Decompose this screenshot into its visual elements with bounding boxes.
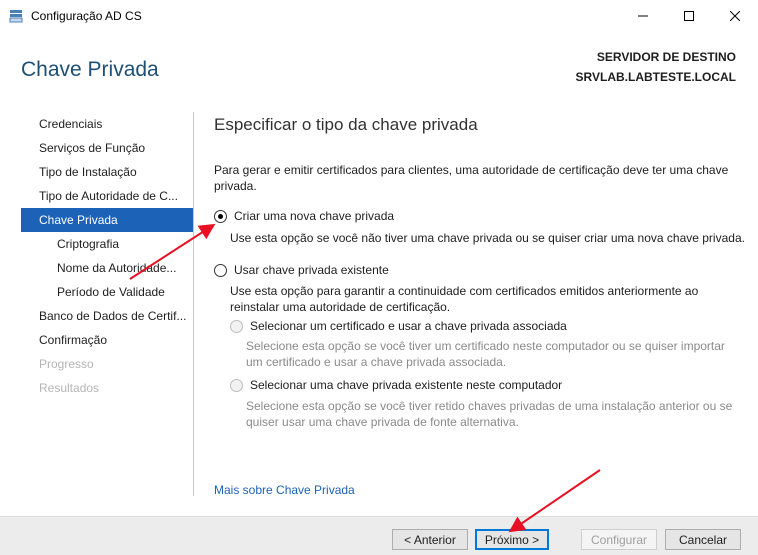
nav-item-progresso: Progresso	[39, 357, 94, 371]
server-manager-icon	[9, 9, 23, 23]
wizard-navigation: Credenciais Serviços de Função Tipo de I…	[21, 112, 193, 400]
nav-item-servicos-de-funcao[interactable]: Serviços de Função	[21, 136, 193, 160]
back-button[interactable]: < Anterior	[392, 529, 468, 550]
nav-item-periodo-de-validade[interactable]: Período de Validade	[21, 280, 193, 304]
select-existing-key-description: Selecione esta opção se você tiver retid…	[246, 399, 733, 429]
close-icon	[730, 11, 740, 21]
nav-item-banco-de-dados[interactable]: Banco de Dados de Certif...	[21, 304, 193, 328]
destination-server-name: SRVLAB.LABTESTE.LOCAL	[575, 70, 736, 84]
configure-button: Configurar	[581, 529, 657, 550]
radio-create-new-key[interactable]: Criar uma nova chave privada	[214, 208, 394, 224]
nav-item-nome-da-autoridade[interactable]: Nome da Autoridade...	[21, 256, 193, 280]
destination-server-label: SERVIDOR DE DESTINO	[596, 50, 736, 64]
nav-item-tipo-de-instalacao[interactable]: Tipo de Instalação	[21, 160, 193, 184]
nav-item-confirmacao[interactable]: Confirmação	[21, 328, 193, 352]
minimize-icon	[638, 15, 648, 17]
radio-disabled-icon	[230, 319, 243, 333]
use-existing-key-description: Use esta opção para garantir a continuid…	[230, 284, 699, 314]
nav-item-credenciais[interactable]: Credenciais	[21, 112, 193, 136]
page-title: Chave Privada	[21, 58, 159, 81]
radio-select-existing-key: Selecionar uma chave privada existente n…	[230, 377, 562, 393]
select-certificate-description: Selecione esta opção se você tiver um ce…	[246, 339, 725, 369]
nav-item-resultados: Resultados	[39, 381, 100, 395]
intro-text: Para gerar e emitir certificados para cl…	[214, 163, 729, 193]
more-about-private-key-link[interactable]: Mais sobre Chave Privada	[214, 483, 355, 497]
radio-create-new-key-label: Criar uma nova chave privada	[234, 209, 395, 223]
nav-item-criptografia[interactable]: Criptografia	[21, 232, 193, 256]
window-title: Configuração AD CS	[31, 9, 142, 23]
create-new-key-description: Use esta opção se você não tiver uma cha…	[230, 231, 745, 245]
radio-disabled-icon	[230, 378, 243, 392]
maximize-icon	[684, 11, 694, 21]
radio-select-certificate-label: Selecionar um certificado e usar a chave…	[250, 319, 567, 333]
radio-unchecked-icon[interactable]	[214, 263, 227, 277]
radio-use-existing-key-label: Usar chave privada existente	[234, 263, 389, 277]
next-button[interactable]: Próximo >	[475, 529, 549, 550]
nav-item-tipo-de-autoridade[interactable]: Tipo de Autoridade de C...	[21, 184, 193, 208]
radio-select-certificate: Selecionar um certificado e usar a chave…	[230, 318, 567, 334]
radio-select-existing-key-label: Selecionar uma chave privada existente n…	[250, 378, 563, 392]
close-button[interactable]	[712, 0, 758, 32]
maximize-button[interactable]	[666, 0, 712, 32]
title-bar: Configuração AD CS	[0, 0, 758, 32]
minimize-button[interactable]	[620, 0, 666, 32]
radio-checked-icon[interactable]	[214, 209, 227, 223]
content-pane: Especificar o tipo da chave privada Para…	[214, 112, 745, 429]
radio-use-existing-key[interactable]: Usar chave privada existente	[214, 262, 389, 278]
nav-divider	[193, 112, 194, 496]
section-title: Especificar o tipo da chave privada	[214, 115, 478, 134]
cancel-button[interactable]: Cancelar	[665, 529, 741, 550]
nav-item-chave-privada[interactable]: Chave Privada	[21, 208, 193, 232]
